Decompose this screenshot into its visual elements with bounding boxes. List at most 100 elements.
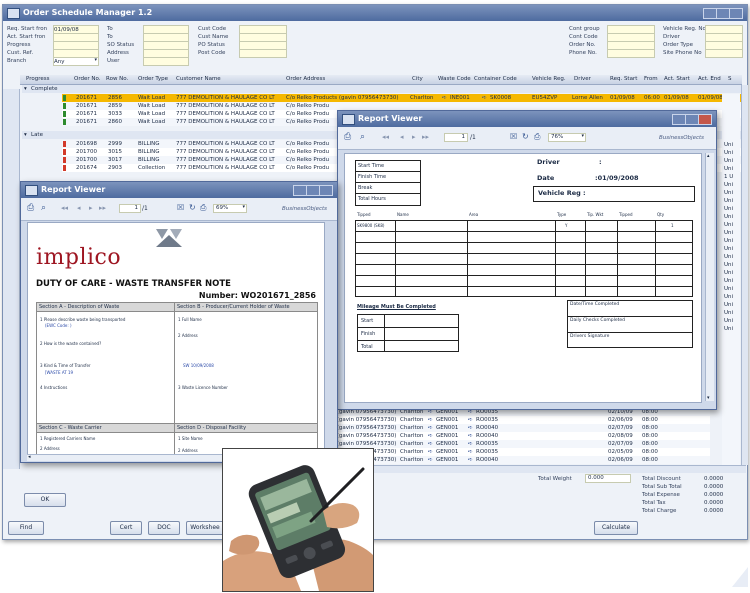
next-page-icon[interactable]: ▸	[412, 133, 416, 141]
minimize-button[interactable]	[293, 185, 307, 196]
worksheet-button[interactable]: Workshee	[186, 521, 224, 535]
col-order-address[interactable]: Order Address	[286, 76, 325, 82]
arrow-icon: ➪	[428, 457, 433, 463]
page-number-input[interactable]: 1	[444, 133, 468, 142]
status-cell: Uni	[724, 150, 734, 156]
col-from[interactable]: From	[644, 76, 658, 82]
tip-table-header: Name	[397, 212, 409, 217]
expand-icon[interactable]: ▾	[24, 85, 27, 93]
export-icon[interactable]: ⎙	[27, 203, 34, 213]
tip-table-rowline	[355, 275, 693, 276]
col-order-no[interactable]: Order No.	[74, 76, 101, 82]
cert-button[interactable]: Cert	[110, 521, 142, 535]
cell-row: 3015	[108, 149, 122, 155]
print-icon[interactable]: ⎙	[534, 132, 540, 142]
expand-icon[interactable]: ▾	[24, 131, 27, 139]
section-c: Section C - Waste Carrier 1 Registered C…	[36, 423, 176, 455]
maximize-button[interactable]	[685, 114, 699, 125]
group-complete[interactable]: ▾ Complete	[22, 85, 742, 93]
close-button[interactable]	[319, 185, 333, 196]
close-button[interactable]	[729, 8, 743, 19]
search-icon[interactable]: ⌕	[41, 203, 46, 213]
refresh-icon[interactable]: ↻	[522, 132, 529, 141]
phone-no-input[interactable]	[607, 49, 655, 58]
col-vehicle-reg[interactable]: Vehicle Reg.	[532, 76, 566, 82]
branch-select[interactable]: Any ▾	[53, 57, 99, 66]
col-req-start[interactable]: Req. Start	[610, 76, 637, 82]
scroll-down-icon[interactable]: ▾	[707, 395, 710, 401]
prev-page-icon[interactable]: ◂	[400, 133, 404, 141]
col-waste-code[interactable]: Waste Code	[438, 76, 471, 82]
print-icon[interactable]: ⎙	[200, 203, 206, 213]
time-label: Break	[356, 183, 420, 194]
rv-right-titlebar: Report Viewer	[338, 111, 716, 127]
col-row-no[interactable]: Row No.	[106, 76, 128, 82]
export-icon[interactable]: ⎙	[344, 132, 351, 142]
next-page-icon[interactable]: ▸	[89, 204, 93, 212]
report-icon	[342, 114, 355, 125]
post-code-input[interactable]	[239, 49, 287, 58]
status-cell: Uni	[724, 166, 734, 172]
col-act-start[interactable]: Act. Start	[664, 76, 690, 82]
table-row[interactable]: ts (gavin 07956473730) Charlton ➪ GEN001…	[330, 432, 710, 440]
filter-label: Cont group	[569, 26, 600, 32]
grid-hscrollbar[interactable]	[330, 465, 746, 473]
find-button[interactable]: Find	[8, 521, 44, 535]
prev-page-icon[interactable]: ◂	[77, 204, 81, 212]
page-number-input[interactable]: 1	[119, 204, 141, 213]
scroll-up-icon[interactable]: ▴	[707, 153, 710, 159]
col-progress[interactable]: Progress	[26, 76, 49, 82]
progress-marker	[63, 157, 66, 163]
page-number-value: 1	[461, 134, 466, 140]
col-order-type[interactable]: Order Type	[138, 76, 168, 82]
col-driver[interactable]: Driver	[574, 76, 591, 82]
col-city[interactable]: City	[412, 76, 423, 82]
last-page-icon[interactable]: ▸▸	[99, 204, 106, 212]
table-row[interactable]: ts (gavin 07956473730) Charlton ➪ GEN001…	[330, 440, 710, 448]
table-row[interactable]: ts (gavin 07956473730) Charlton ➪ GEN001…	[330, 448, 710, 456]
zoom-select[interactable]: 69% ▾	[213, 204, 247, 213]
minimize-button[interactable]	[703, 8, 717, 19]
maximize-button[interactable]	[306, 185, 320, 196]
maximize-button[interactable]	[716, 8, 730, 19]
table-row[interactable]: ts (gavin 07956473730) Charlton ➪ GEN001…	[330, 416, 710, 424]
cell-cust: 777 DEMOLITION & HAULAGE CO LT	[176, 165, 275, 171]
cell-addr: C/o Relko Produ	[286, 111, 330, 117]
doc-button[interactable]: DOC	[148, 521, 180, 535]
table-row[interactable]: 201671 2859 Wait Load 777 DEMOLITION & H…	[62, 102, 742, 110]
cell-cust: 777 DEMOLITION & HAULAGE CO LT	[176, 95, 275, 101]
zoom-select[interactable]: 76% ▾	[548, 133, 586, 142]
col-container-code[interactable]: Container Code	[474, 76, 517, 82]
close-doc-icon[interactable]: ☒	[177, 203, 184, 212]
minimize-button[interactable]	[672, 114, 686, 125]
left-dock-strip	[3, 89, 20, 469]
col-customer-name[interactable]: Customer Name	[176, 76, 221, 82]
col-s[interactable]: S	[728, 76, 732, 82]
section-c-line: 2 Address	[40, 446, 60, 451]
user-input[interactable]	[143, 57, 189, 66]
scroll-left-icon[interactable]: ◂	[28, 454, 31, 460]
table-row[interactable]: ts (gavin 07956473730) Charlton ➪ GEN001…	[330, 424, 710, 432]
cell-req: 02/05/09	[608, 449, 633, 455]
cell-addr: ts (gavin 07956473730)	[330, 433, 397, 439]
table-row[interactable]: 201671 2856 Wait Load 777 DEMOLITION & H…	[62, 94, 742, 102]
refresh-icon[interactable]: ↻	[189, 203, 196, 212]
ok-button[interactable]: OK	[24, 493, 66, 507]
rv-right-scrollbar[interactable]: ▴ ▾	[705, 153, 714, 401]
last-page-icon[interactable]: ▸▸	[422, 133, 429, 141]
grid-scrollbar[interactable]	[741, 85, 748, 465]
progress-marker	[63, 141, 66, 147]
first-page-icon[interactable]: ◂◂	[382, 133, 389, 141]
mileage-title: Mileage Must Be Completed	[357, 304, 436, 310]
table-row[interactable]: ts (gavin 07956473730) Charlton ➪ GEN001…	[330, 456, 710, 464]
close-button[interactable]	[698, 114, 712, 125]
cell-addr: C/o Relko Produ	[286, 141, 330, 147]
col-act-end[interactable]: Act. End	[698, 76, 721, 82]
search-icon[interactable]: ⌕	[360, 132, 365, 142]
cell-row: 2903	[108, 165, 122, 171]
close-doc-icon[interactable]: ☒	[510, 132, 517, 141]
calculate-button[interactable]: Calculate	[594, 521, 638, 535]
site-phone-input[interactable]	[705, 49, 743, 58]
first-page-icon[interactable]: ◂◂	[61, 204, 68, 212]
section-a-line: (EWC Code: )	[45, 323, 72, 328]
